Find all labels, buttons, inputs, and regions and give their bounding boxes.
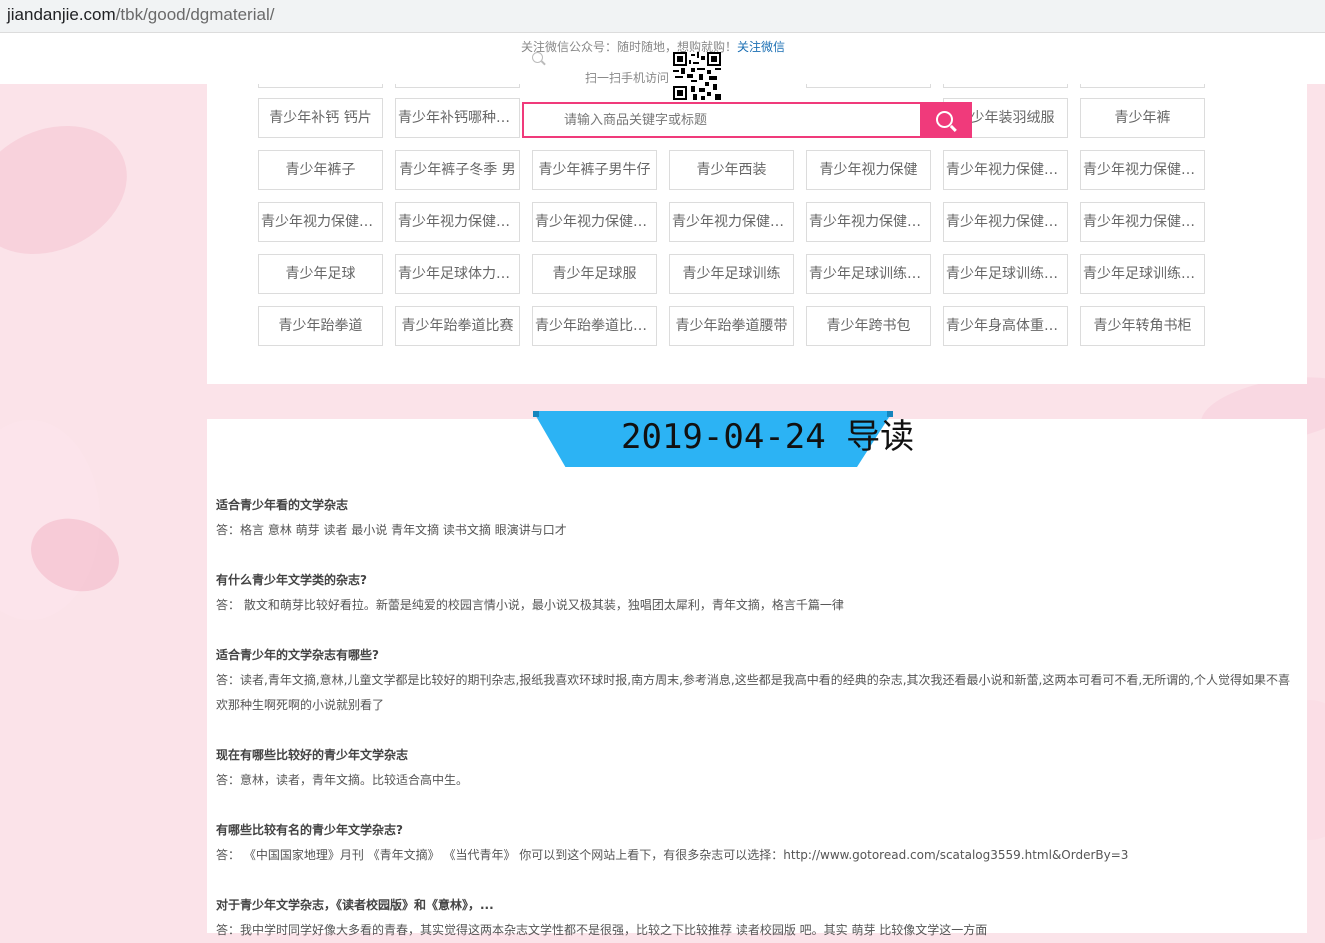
wechat-notice: 关注微信公众号：随时随地，想购就购！关注微信 [521,38,785,55]
qa-answer: 答： 散文和萌芽比较好看拉。新蕾是纯爱的校园言情小说，最小说又极其装，独唱团太犀… [216,598,844,612]
tag-stub [943,84,1068,88]
tag-link[interactable]: 青少年视力保健加盟 [943,150,1068,190]
tag-link[interactable]: 青少年转角书柜 [1080,306,1205,346]
background-petal [0,101,148,279]
tag-link[interactable]: 青少年视力保健招商 [669,202,794,242]
banner-fold-left [533,411,539,417]
url-host: jiandanjie.com [7,5,116,24]
qa-answer: 答：格言 意林 萌芽 读者 最小说 青年文摘 读书文摘 眼演讲与口才 [216,523,567,537]
search-icon [936,111,953,128]
tag-link[interactable]: 青少年跆拳道腰带 [669,306,794,346]
tag-link[interactable]: 青少年跨书包 [806,306,931,346]
tag-link[interactable]: 青少年视力保健加盟店 [1080,150,1205,190]
qa-answer: 答：意林，读者，青年文摘。比较适合高中生。 [216,773,469,787]
search-box [522,102,972,138]
address-bar[interactable]: jiandanjie.com/tbk/good/dgmaterial/ [0,0,1325,33]
qa-question[interactable]: 现在有哪些比较好的青少年文学杂志 [216,743,1301,768]
qa-answer: 答： 《中国国家地理》月刊 《青年文摘》 《当代青年》 你可以到这个网站上看下，… [216,848,1129,862]
tag-link[interactable]: 青少年视力保健连锁 [1080,202,1205,242]
tag-link[interactable]: 青少年跆拳道比赛视频 [532,306,657,346]
tag-link[interactable]: 青少年补钙哪种钙好 [395,98,520,138]
url-text[interactable]: jiandanjie.com/tbk/good/dgmaterial/ [7,0,274,30]
tag-link[interactable]: 青少年视力保健 [806,150,931,190]
tag-link[interactable]: 青少年足球 [258,254,383,294]
qa-item: 现在有哪些比较好的青少年文学杂志答：意林，读者，青年文摘。比较适合高中生。 [216,743,1301,793]
qa-item: 适合青少年看的文学杂志答：格言 意林 萌芽 读者 最小说 青年文摘 读书文摘 眼… [216,493,1301,543]
date-banner: 2019-04-24 导读 [533,411,914,467]
tag-stub [806,84,931,88]
tag-link[interactable]: 青少年跆拳道比赛 [395,306,520,346]
tag-link[interactable]: 青少年西装 [669,150,794,190]
qa-item: 对于青少年文学杂志，《读者校园版》和《意林》，... 答：我中学时同学好像大多看的… [216,893,1301,943]
follow-wechat-link[interactable]: 关注微信 [737,40,785,54]
tag-link[interactable]: 青少年跆拳道 [258,306,383,346]
qa-question[interactable]: 有哪些比较有名的青少年文学杂志? [216,818,1301,843]
tag-link[interactable]: 青少年足球训练基地 [806,254,931,294]
qa-answer: 答：读者,青年文摘,意林,儿童文学都是比较好的期刊杂志,报纸我喜欢环球时报,南方… [216,673,1290,712]
qa-question[interactable]: 对于青少年文学杂志，《读者校园版》和《意林》，... [216,893,1301,918]
url-path: /tbk/good/dgmaterial/ [115,5,275,24]
qa-answer: 答：我中学时同学好像大多看的青春，其实觉得这两本杂志文学性都不是很强，比较之下比… [216,923,988,937]
qa-item: 有什么青少年文学类的杂志? 答： 散文和萌芽比较好看拉。新蕾是纯爱的校园言情小说，… [216,568,1301,618]
tag-link[interactable]: 青少年视力保健品牌 [395,202,520,242]
tag-stub [1080,84,1205,88]
tag-link[interactable]: 青少年裤子 [258,150,383,190]
banner-date: 2019-04-24 导读 [621,417,915,457]
tag-link[interactable]: 青少年视力保健机构 [806,202,931,242]
tag-stub [258,84,383,88]
qa-item: 适合青少年的文学杂志有哪些? 答：读者,青年文摘,意林,儿童文学都是比较好的期刊杂… [216,643,1301,718]
tag-link[interactable]: 青少年足球训练视频 [1080,254,1205,294]
qr-code [673,52,721,100]
tag-link[interactable]: 青少年视力保健加盟费 [258,202,383,242]
tag-link[interactable]: 青少年足球训练方法 [943,254,1068,294]
tag-link[interactable]: 青少年足球训练 [669,254,794,294]
site-header: 关注微信公众号：随时随地，想购就购！关注微信 扫一扫手机访问 [0,33,1325,85]
tag-link[interactable]: 青少年身高体重计算 [943,306,1068,346]
tag-link[interactable]: 青少年足球服 [532,254,657,294]
tag-link[interactable]: 青少年视力保健康复 [532,202,657,242]
qa-question[interactable]: 适合青少年的文学杂志有哪些? [216,643,1301,668]
search-input[interactable] [524,104,920,136]
tag-link[interactable]: 青少年补钙 钙片 [258,98,383,138]
tag-link[interactable]: 青少年裤子冬季 男 [395,150,520,190]
tag-stub [395,84,520,88]
qa-item: 有哪些比较有名的青少年文学杂志? 答： 《中国国家地理》月刊 《青年文摘》 《当代… [216,818,1301,868]
tag-link[interactable]: 青少年足球体力训练 [395,254,520,294]
tag-link[interactable]: 青少年裤子男牛仔 [532,150,657,190]
tag-link[interactable]: 青少年裤 [1080,98,1205,138]
qa-question[interactable]: 适合青少年看的文学杂志 [216,493,1301,518]
tag-link[interactable]: 青少年视力保健知识 [943,202,1068,242]
search-icon [532,52,543,63]
qa-question[interactable]: 有什么青少年文学类的杂志? [216,568,1301,593]
search-button[interactable] [920,102,972,138]
